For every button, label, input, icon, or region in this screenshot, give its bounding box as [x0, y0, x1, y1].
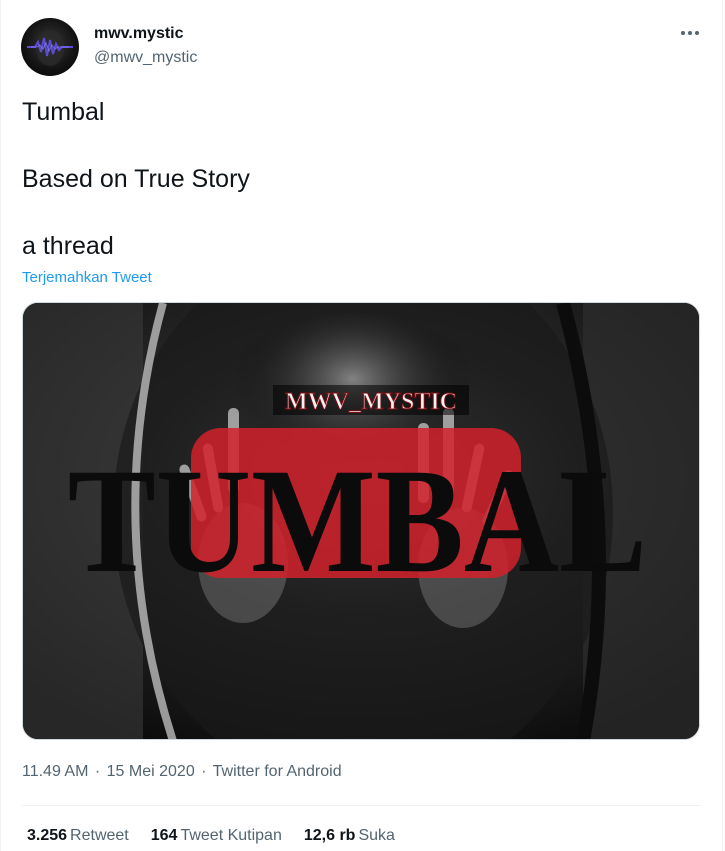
more-dot — [695, 31, 699, 35]
tweet-media-image[interactable]: MWV_MYSTIC TUMBAL — [22, 302, 700, 740]
tweet-time[interactable]: 11.49 AM — [22, 763, 88, 780]
author-handle[interactable]: @mwv_mystic — [94, 49, 197, 67]
like-count: 12,6 rb — [303, 827, 356, 844]
quote-count-link[interactable]: 164 Tweet Kutipan — [151, 827, 282, 845]
translate-tweet-link[interactable]: Terjemahkan Tweet — [22, 269, 152, 286]
like-label: Suka — [358, 827, 395, 844]
author-display-name[interactable]: mwv.mystic — [94, 25, 184, 43]
more-options-button[interactable] — [677, 22, 703, 44]
media-title-text: TUMBAL — [68, 437, 647, 604]
tweet-timestamp-row: 11.49 AM · 15 Mei 2020 · Twitter for And… — [22, 763, 342, 781]
more-horizontal-icon — [681, 31, 685, 35]
quote-count: 164 — [150, 827, 178, 844]
like-count-link[interactable]: 12,6 rb Suka — [304, 827, 395, 845]
meta-separator: · — [201, 763, 207, 780]
tweet-text-line-1: Tumbal — [22, 98, 105, 126]
retweet-count: 3.256 — [27, 827, 68, 844]
tweet-card: mwv.mystic @mwv_mystic Tumbal Based on T… — [0, 0, 723, 851]
avatar[interactable] — [21, 18, 79, 76]
media-artwork: MWV_MYSTIC TUMBAL — [23, 303, 699, 739]
retweet-count-link[interactable]: 3.256 Retweet — [27, 827, 129, 845]
soundwave-icon — [27, 30, 73, 66]
tweet-source[interactable]: Twitter for Android — [213, 763, 342, 780]
media-watermark-text: MWV_MYSTIC — [285, 389, 457, 415]
divider — [22, 805, 701, 806]
tweet-text-line-3: a thread — [22, 232, 114, 260]
engagement-stats: 3.256 Retweet 164 Tweet Kutipan 12,6 rb Suk… — [27, 827, 417, 845]
tweet-date[interactable]: 15 Mei 2020 — [107, 763, 195, 780]
retweet-label: Retweet — [70, 827, 129, 844]
tweet-text-line-2: Based on True Story — [22, 165, 250, 193]
more-dot — [688, 31, 692, 35]
meta-separator: · — [94, 763, 101, 780]
quote-label: Tweet Kutipan — [180, 827, 282, 844]
